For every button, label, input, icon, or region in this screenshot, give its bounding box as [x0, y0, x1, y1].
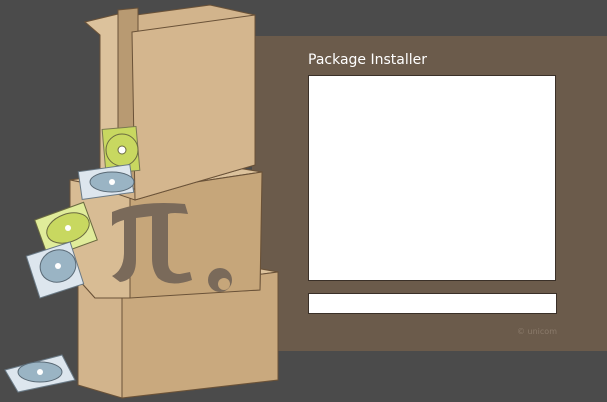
window-title: Package Installer: [308, 52, 427, 68]
install-log-area[interactable]: [308, 75, 556, 281]
progress-bar: [308, 293, 557, 314]
copyright-text: © unicom: [517, 327, 557, 336]
installer-window: Package Installer © unicom: [0, 0, 607, 402]
cd-disc-icon: [4, 354, 76, 393]
